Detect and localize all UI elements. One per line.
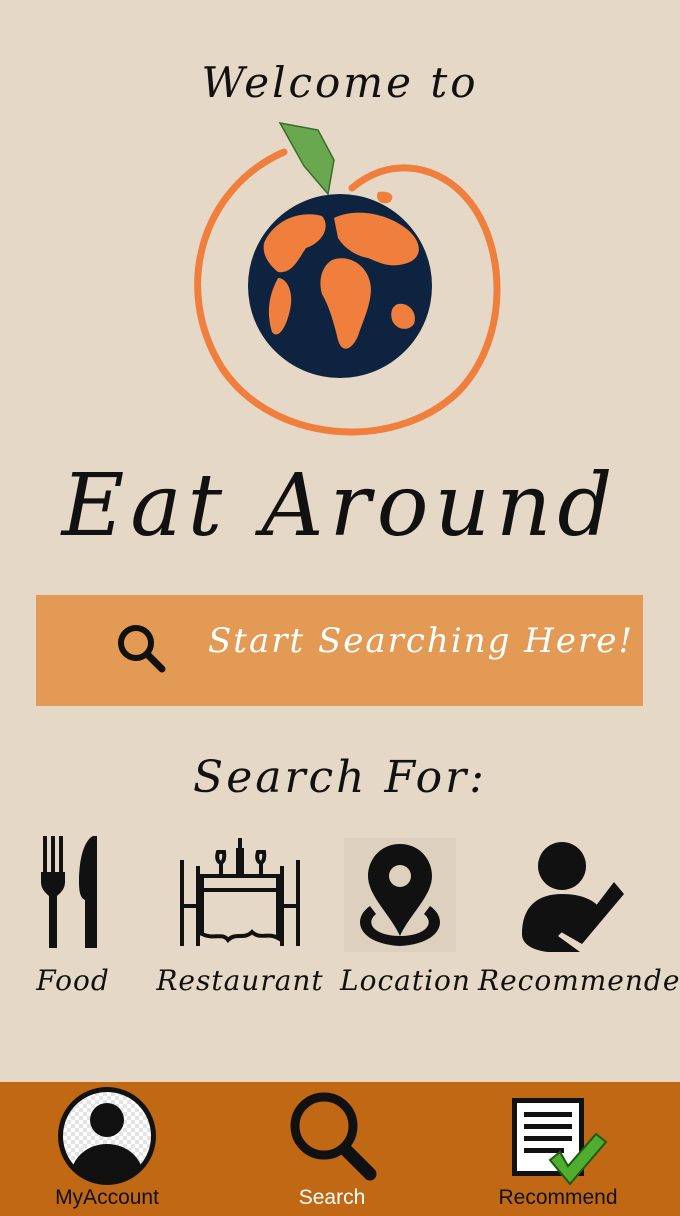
location-pin-icon <box>344 838 456 952</box>
search-input[interactable]: Start Searching Here! <box>36 595 643 706</box>
category-label: Restaurant <box>156 964 324 997</box>
recommend-checklist-icon <box>512 1098 608 1186</box>
category-recommender[interactable]: Recommender <box>478 836 680 1006</box>
bottom-navigation: MyAccount Search Recommend <box>0 1082 680 1216</box>
dining-table-icon <box>180 838 300 946</box>
account-icon <box>58 1087 156 1185</box>
category-restaurant[interactable]: Restaurant <box>155 836 325 1006</box>
app-title: Eat Around <box>61 456 619 556</box>
search-icon <box>290 1092 377 1181</box>
nav-recommend[interactable]: Recommend <box>487 1082 629 1216</box>
category-location[interactable]: Location <box>340 836 471 1006</box>
nav-search[interactable]: Search <box>272 1082 392 1216</box>
category-label: Location <box>340 964 471 997</box>
nav-myaccount[interactable]: MyAccount <box>32 1082 182 1216</box>
search-for-heading: Search For: <box>193 752 487 803</box>
search-placeholder: Start Searching Here! <box>208 621 634 661</box>
category-food[interactable]: Food <box>28 836 118 1006</box>
recommender-check-icon <box>522 842 624 952</box>
nav-label: Recommend <box>498 1186 618 1209</box>
search-icon <box>118 625 166 673</box>
category-label: Food <box>36 964 110 997</box>
category-label: Recommender <box>478 964 680 997</box>
nav-label: MyAccount <box>55 1186 159 1209</box>
fork-knife-icon <box>41 836 97 948</box>
welcome-text: Welcome to <box>201 58 479 107</box>
orange-globe-logo <box>194 121 501 436</box>
nav-label: Search <box>298 1186 366 1209</box>
